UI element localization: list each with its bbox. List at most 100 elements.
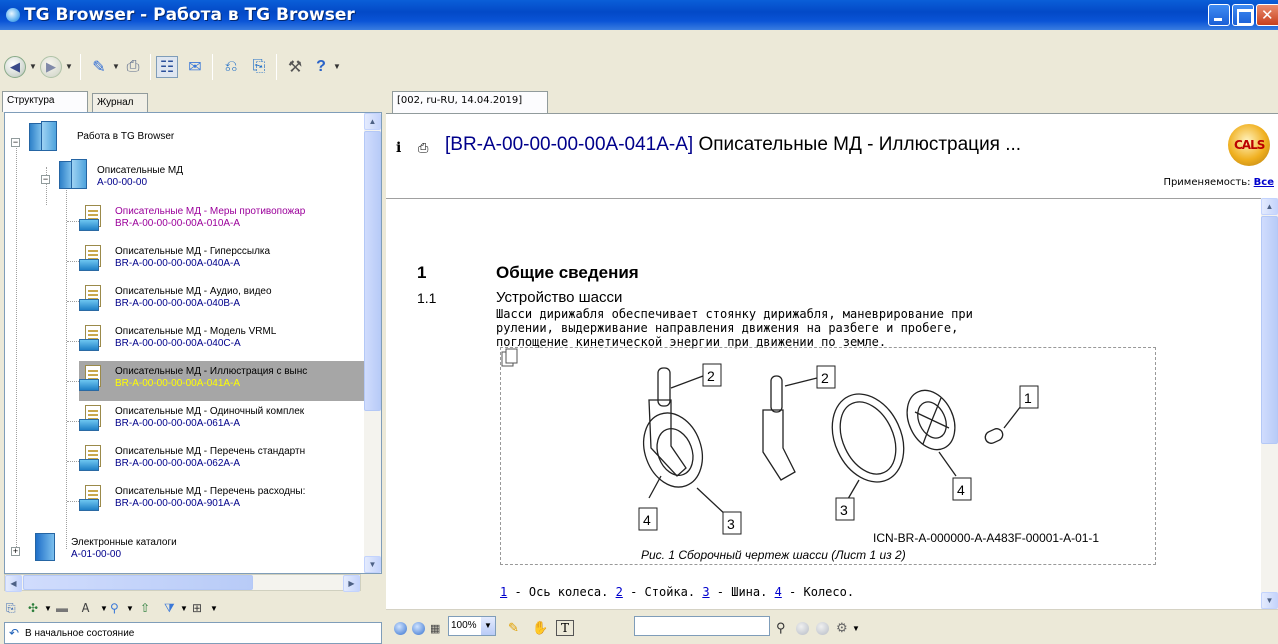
minimize-button[interactable] — [1208, 4, 1230, 26]
scroll-thumb[interactable] — [364, 131, 381, 411]
legend-link[interactable]: 2 — [616, 585, 623, 599]
tree-item[interactable]: Описательные МД - Перечень расходны: BR-A… — [79, 481, 375, 521]
tree-item-title: Описательные МД - Перечень стандартн — [115, 446, 306, 457]
document-icon — [79, 285, 103, 313]
scroll-left-icon[interactable]: ◀ — [5, 575, 22, 592]
legend-link[interactable]: 3 — [702, 585, 709, 599]
reset-state-button[interactable]: ↶ В начальное состояние — [4, 622, 382, 644]
info-icon[interactable]: i — [396, 140, 401, 156]
tree-item[interactable]: Описательные МД - Одиночный комплек BR-A-… — [79, 401, 375, 441]
comment-balloon-icon[interactable]: ✎ — [508, 618, 519, 638]
search-options-icon[interactable]: ⚙ — [836, 618, 848, 638]
document-icon — [79, 445, 103, 473]
find-text-icon[interactable]: Ꭺ — [82, 598, 90, 618]
next-icon[interactable]: ⎘ — [248, 56, 270, 78]
find-next-icon[interactable] — [816, 618, 829, 638]
tree-node-root[interactable]: Работа в TG Browser — [45, 123, 345, 163]
tree-item[interactable]: Описательные МД - Аудио, видео BR-A-00-00… — [79, 281, 375, 321]
close-button[interactable] — [1256, 4, 1278, 26]
chevron-down-icon[interactable]: ▼ — [481, 617, 495, 635]
find-icon[interactable]: ⚲ — [776, 618, 786, 638]
legend-link[interactable]: 4 — [775, 585, 782, 599]
tree-item[interactable]: Описательные МД - Гиперссылка BR-A-00-00-… — [79, 241, 375, 281]
tree-item-code: BR-A-00-00-00-00A-061A-A — [115, 418, 241, 429]
tree-node-group-code: A-00-00-00 — [97, 177, 148, 188]
zoom-select[interactable]: 100% ▼ — [448, 616, 496, 636]
figure[interactable]: 2 2 1 4 3 3 4 ICN-BR-A-000000-A-A483F-00… — [500, 347, 1156, 565]
expander-catalog[interactable]: + — [11, 547, 20, 556]
expander-root[interactable]: − — [11, 138, 20, 147]
filter-icon[interactable]: ⧩ — [164, 598, 175, 618]
filter-dropdown-icon[interactable]: ▼ — [180, 598, 188, 618]
tree-vertical-scrollbar[interactable]: ▲ ▼ — [364, 113, 381, 573]
help-icon[interactable]: ? — [310, 56, 332, 78]
document-vertical-scrollbar[interactable]: ▲ ▼ — [1261, 198, 1278, 609]
copy-figure-icon[interactable] — [501, 348, 519, 368]
open-icon[interactable]: ✎ — [88, 56, 110, 78]
find-previous-icon[interactable] — [796, 618, 809, 638]
zoom-out-icon[interactable] — [412, 618, 425, 638]
document-tab[interactable]: [002, ru-RU, 14.04.2019] — [392, 91, 548, 113]
tools-icon[interactable]: ⚒ — [284, 56, 306, 78]
scroll-down-icon[interactable]: ▼ — [364, 556, 381, 573]
document-body: 1 Общие сведения 1.1 Устройство шасси Ша… — [386, 198, 1261, 609]
fit-icon[interactable]: ▦ — [430, 618, 440, 638]
maximize-button[interactable] — [1232, 4, 1254, 26]
search-input[interactable] — [634, 616, 770, 636]
upload-icon[interactable]: ⇧ — [140, 598, 150, 618]
tree-line — [66, 187, 67, 549]
tree-item-title: Описательные МД - Гиперссылка — [115, 246, 271, 257]
figure-icn: ICN-BR-A-000000-A-A483F-00001-A-01-1 — [873, 531, 1100, 545]
expand-dropdown-icon[interactable]: ▼ — [44, 598, 52, 618]
callout-label: 1 — [1024, 390, 1032, 406]
back-icon[interactable]: ◀ — [4, 56, 26, 78]
tree-node-group[interactable]: Описательные МД A-00-00-00 — [59, 159, 359, 199]
subsection-number: 1.1 — [417, 290, 437, 306]
tree-item[interactable]: Описательные МД - Модель VRML BR-A-00-00-… — [79, 321, 375, 361]
tree-item-title: Описательные МД - Одиночный комплек — [115, 406, 305, 417]
scroll-thumb[interactable] — [1261, 216, 1278, 444]
help-dropdown-icon[interactable]: ▼ — [333, 62, 341, 71]
scroll-right-icon[interactable]: ▶ — [343, 575, 360, 592]
print-doc-icon[interactable]: ⎙ — [418, 140, 428, 156]
find-dropdown-icon[interactable]: ▼ — [100, 598, 108, 618]
app-icon — [6, 8, 20, 22]
copy-tree-icon[interactable]: ⎘ — [6, 598, 16, 618]
forward-icon[interactable]: ▶ — [40, 56, 62, 78]
search-icon[interactable]: ⚲ — [110, 598, 119, 618]
expander-group[interactable]: − — [41, 175, 50, 184]
tree-node-catalog[interactable]: Электронные каталоги A-01-00-00 — [61, 533, 361, 573]
applicability: Применяемость: Все — [1163, 177, 1274, 188]
applicability-link[interactable]: Все — [1254, 177, 1274, 188]
previous-icon[interactable]: ⎌ — [220, 56, 242, 78]
cals-logo-text: CALS — [1234, 138, 1265, 152]
forward-dropdown-icon[interactable]: ▼ — [65, 62, 73, 71]
print-icon[interactable]: ⎙ — [122, 56, 144, 78]
tab-structure[interactable]: Структура — [2, 91, 88, 112]
back-dropdown-icon[interactable]: ▼ — [29, 62, 37, 71]
tree-item-selected[interactable]: Описательные МД - Иллюстрация с вынс BR-A… — [79, 361, 375, 401]
tab-journal[interactable]: Журнал — [92, 93, 148, 112]
search-dropdown-icon[interactable]: ▼ — [126, 598, 134, 618]
scroll-down-icon[interactable]: ▼ — [1261, 592, 1278, 609]
comment-icon[interactable]: ✉ — [184, 56, 206, 78]
text-select-icon[interactable]: T — [556, 620, 574, 636]
collapse-icon[interactable]: ▬ — [56, 598, 68, 618]
scroll-thumb-h[interactable] — [23, 575, 253, 590]
tree-item[interactable]: Описательные МД - Перечень стандартн BR-A… — [79, 441, 375, 481]
paragraph-line: Шасси дирижабля обеспечивает стоянку дир… — [496, 307, 973, 321]
open-dropdown-icon[interactable]: ▼ — [112, 62, 120, 71]
scroll-up-icon[interactable]: ▲ — [364, 113, 381, 130]
tree-horizontal-scrollbar[interactable]: ◀ ▶ — [4, 574, 361, 592]
tree-item[interactable]: Описательные МД - Меры противопожар BR-A-… — [79, 201, 375, 241]
expand-icon[interactable]: ✣ — [28, 598, 38, 618]
settings-dropdown-icon[interactable]: ▼ — [210, 598, 218, 618]
tree-item-title: Описательные МД - Меры противопожар — [115, 206, 306, 217]
search-options-dropdown-icon[interactable]: ▼ — [852, 618, 860, 638]
callout-label: 4 — [643, 512, 651, 528]
scroll-up-icon[interactable]: ▲ — [1261, 198, 1278, 215]
settings-icon[interactable]: ⊞ — [192, 598, 202, 618]
zoom-in-icon[interactable] — [394, 618, 407, 638]
tree-view-icon[interactable]: ☷ — [156, 56, 178, 78]
hand-tool-icon[interactable]: ✋ — [532, 618, 548, 638]
